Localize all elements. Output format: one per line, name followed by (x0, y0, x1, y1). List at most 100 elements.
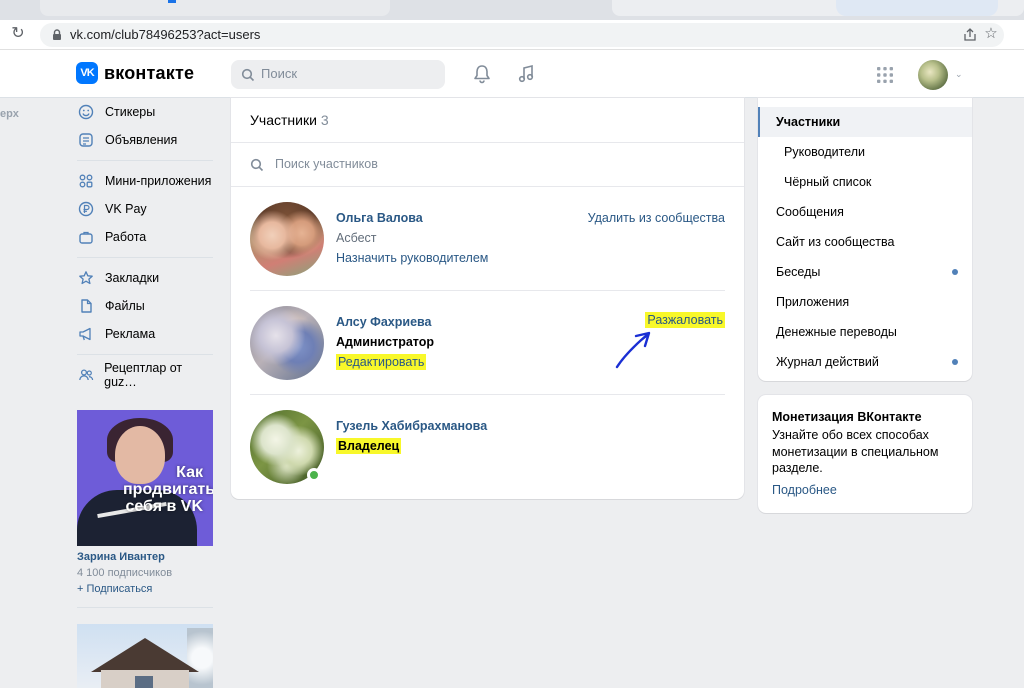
member-name-link[interactable]: Гузель Хабибрахманова (336, 419, 487, 433)
smile-icon (77, 103, 95, 121)
left-menu-label: VK Pay (105, 202, 147, 216)
briefcase-icon (77, 228, 95, 246)
left-menu-item-mini-apps[interactable]: Мини-приложения (77, 167, 213, 195)
left-menu-label: Мини-приложения (105, 174, 212, 188)
left-menu-label: Файлы (105, 299, 145, 313)
left-menu-label: Работа (105, 230, 147, 244)
community-settings-nav: Участники Руководители Чёрный список Соо… (758, 98, 972, 381)
browser-tab-strip (0, 0, 1024, 20)
members-panel: Участники3 Ольга Валова Асбест Назначить… (231, 98, 744, 499)
promo-image[interactable]: Как продвигать себя в VK (77, 410, 213, 546)
tab-indicator (168, 0, 176, 3)
members-count: 3 (320, 112, 329, 128)
browser-tab[interactable] (40, 0, 390, 16)
nav-item-website[interactable]: Сайт из сообщества (758, 227, 972, 257)
left-menu-label: Закладки (105, 271, 160, 285)
ads-board-icon (77, 131, 95, 149)
megaphone-icon (77, 325, 95, 343)
online-status-dot (307, 468, 321, 482)
left-menu-item-community[interactable]: Рецептлар от guz… (77, 361, 213, 389)
nav-item-messages[interactable]: Сообщения (758, 197, 972, 227)
nav-item-label: Беседы (776, 265, 821, 279)
nav-item-label: Руководители (784, 145, 865, 159)
monetization-title: Монетизация ВКонтакте (772, 410, 922, 424)
nav-item-label: Чёрный список (784, 175, 872, 189)
menu-divider (77, 160, 213, 161)
members-header: Участники 3 (231, 98, 744, 142)
vk-pay-icon (77, 200, 95, 218)
url-text: vk.com/club78496253?act=users (70, 27, 261, 42)
member-role: Администратор (336, 335, 435, 349)
left-menu-label: Реклама (105, 327, 156, 341)
member-row: Алсу Фахриева Администратор Редактироват… (231, 291, 744, 394)
nav-item-chats[interactable]: Беседы (758, 257, 972, 287)
nav-item-label: Журнал действий (776, 355, 879, 369)
members-search-input[interactable] (275, 157, 675, 171)
left-menu-item-vk-pay[interactable]: VK Pay (77, 195, 213, 223)
left-menu-item-advertising[interactable]: Реклама (77, 320, 213, 348)
remove-from-community-link[interactable]: Удалить из сообщества (588, 211, 725, 225)
vk-logo-mark: VK (76, 62, 98, 84)
new-badge-dot (952, 359, 958, 365)
bookmark-star-icon[interactable]: ☆ (982, 25, 1000, 43)
demote-link[interactable]: Разжаловать (645, 312, 725, 328)
header-search[interactable] (231, 60, 445, 89)
nav-item-money-transfers[interactable]: Денежные переводы (758, 317, 972, 347)
browser-toolbar: ↻ vk.com/club78496253?act=users ☆ (0, 20, 1024, 50)
search-icon (241, 68, 255, 82)
lock-icon (53, 29, 61, 40)
monetization-text: Узнайте обо всех способах монетизации в … (772, 428, 939, 475)
nav-item-blacklist[interactable]: Чёрный список (758, 167, 972, 197)
left-menu-label: Стикеры (105, 105, 156, 119)
member-row: Гузель Хабибрахманова Владелец (231, 395, 744, 498)
scroll-up-label[interactable]: ерх (0, 108, 19, 120)
page-title: Участники 3 (250, 112, 329, 128)
promo-author-link[interactable]: Зарина Ивантер (77, 551, 165, 563)
left-menu-item-jobs[interactable]: Работа (77, 223, 213, 251)
promo-image-house[interactable] (77, 624, 213, 688)
vk-logo[interactable]: VK вконтакте (76, 62, 194, 84)
nav-item-label: Сообщения (776, 205, 844, 219)
chevron-down-icon[interactable]: ⌄ (955, 69, 963, 79)
promo-overlay-text: Как продвигать себя в VK (123, 464, 213, 515)
subscribe-button[interactable]: + Подписаться (77, 583, 152, 595)
music-icon[interactable] (515, 63, 537, 85)
make-manager-link[interactable]: Назначить руководителем (336, 251, 488, 265)
monetization-block: Монетизация ВКонтакте Узнайте обо всех с… (758, 395, 972, 513)
edit-manager-link[interactable]: Редактировать (336, 354, 427, 370)
member-name-link[interactable]: Алсу Фахриева (336, 315, 432, 329)
reload-icon[interactable]: ↻ (9, 25, 27, 43)
file-icon (77, 297, 95, 315)
nav-item-action-log[interactable]: Журнал действий (758, 347, 972, 377)
left-menu-item-files[interactable]: Файлы (77, 292, 213, 320)
monetization-more-link[interactable]: Подробнее (772, 483, 837, 497)
annotation-arrow-icon (615, 331, 651, 369)
member-role: Владелец (336, 438, 402, 454)
menu-divider (77, 257, 213, 258)
left-menu-label: Рецептлар от guz… (104, 361, 183, 389)
nav-item-members[interactable]: Участники (758, 107, 972, 137)
mini-apps-icon (77, 172, 95, 190)
left-menu-item-bookmarks[interactable]: Закладки (77, 264, 213, 292)
search-icon (250, 158, 264, 172)
profile-avatar[interactable] (918, 60, 948, 90)
nav-item-apps[interactable]: Приложения (758, 287, 972, 317)
share-icon[interactable] (962, 27, 978, 43)
nav-item-managers[interactable]: Руководители (758, 137, 972, 167)
star-icon (77, 269, 95, 287)
left-menu-item-ads-board[interactable]: Объявления (77, 126, 213, 154)
bell-icon[interactable] (471, 63, 493, 85)
edit-manager-label: Редактировать (336, 354, 427, 370)
left-menu-item-stickers[interactable]: Стикеры (77, 98, 213, 126)
left-menu: Стикеры Объявления Мини-приложения VK Pa… (77, 98, 213, 389)
header-search-input[interactable] (261, 66, 431, 81)
apps-grid-icon[interactable] (876, 66, 894, 84)
menu-divider (77, 607, 213, 608)
member-avatar[interactable] (250, 202, 324, 276)
members-title: Участники (250, 112, 317, 128)
members-search[interactable] (231, 144, 744, 186)
address-bar[interactable]: vk.com/club78496253?act=users ☆ (40, 23, 1004, 47)
member-name-link[interactable]: Ольга Валова (336, 211, 423, 225)
nav-item-label: Участники (776, 115, 841, 129)
member-avatar[interactable] (250, 306, 324, 380)
